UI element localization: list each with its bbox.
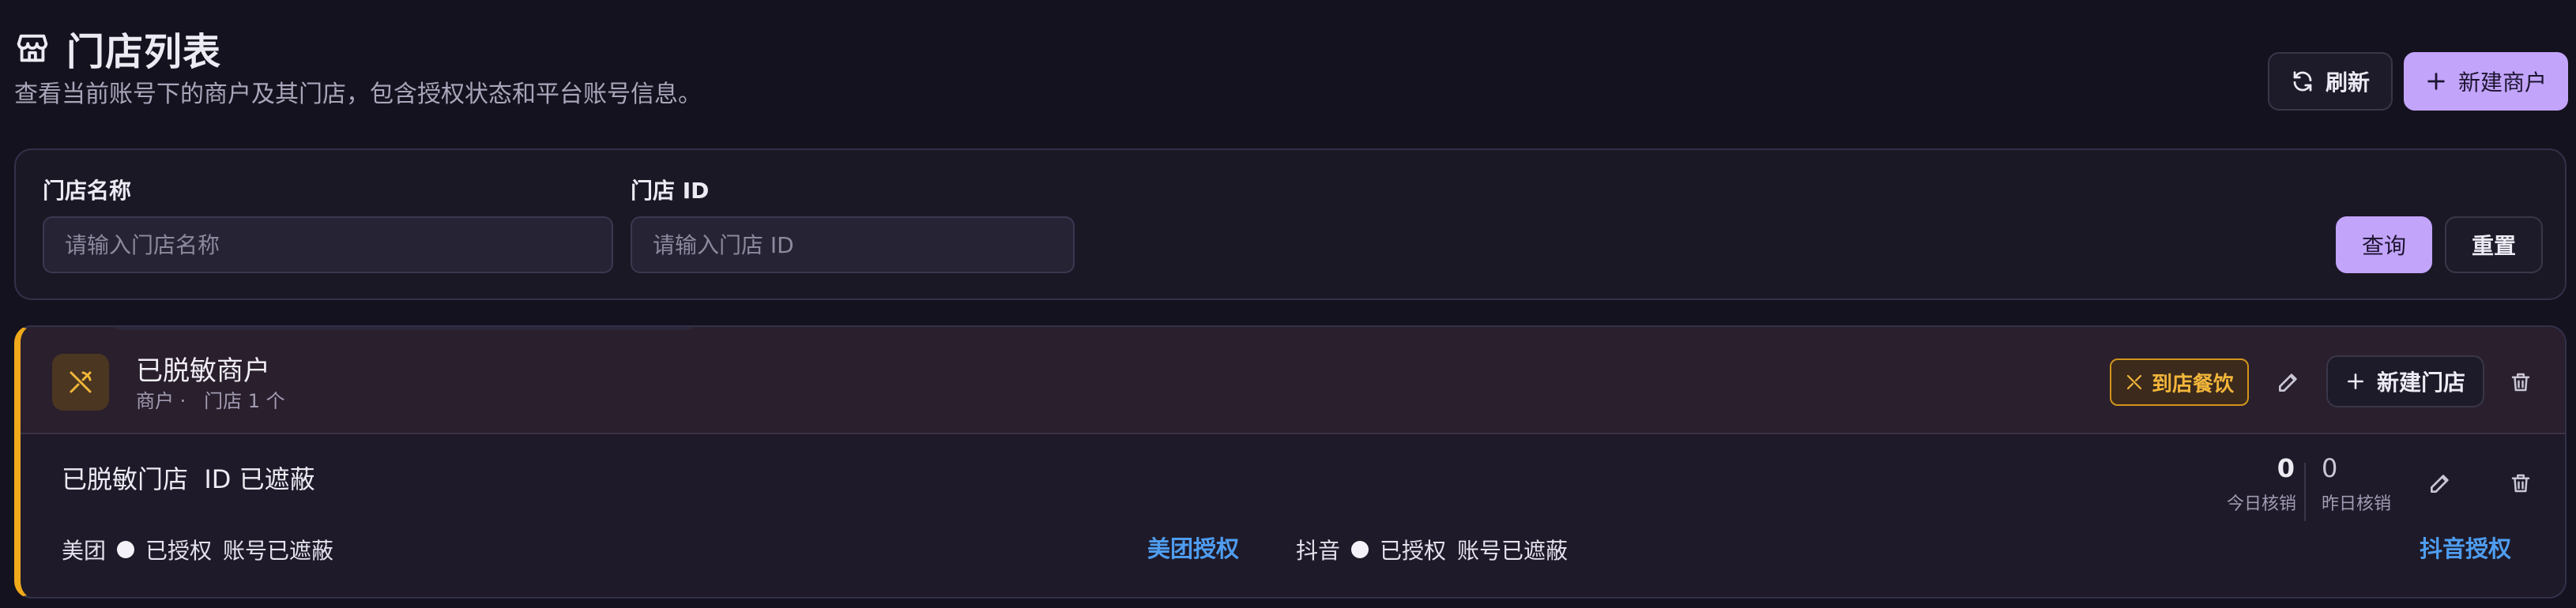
refresh-button[interactable]: 刷新 bbox=[2268, 52, 2393, 111]
new-merchant-button-label: 新建商户 bbox=[2457, 69, 2547, 96]
edit-merchant-button[interactable] bbox=[2266, 360, 2310, 404]
meituan-auth-row: 美团 已授权 账号已遮蔽 bbox=[62, 534, 333, 565]
status-dot bbox=[117, 541, 135, 558]
reset-button[interactable]: 重置 bbox=[2445, 216, 2543, 273]
refresh-button-label: 刷新 bbox=[2325, 69, 2370, 96]
store-id-label: 门店 ID bbox=[631, 178, 710, 204]
merchant-subtitle: 商户 · 门店 1 个 bbox=[136, 390, 285, 412]
merchant-name: 已脱敏商户 bbox=[136, 355, 270, 387]
douyin-account: 账号已遮蔽 bbox=[1457, 538, 1569, 564]
meituan-status: 已授权 bbox=[145, 538, 213, 564]
today-label: 今日核销 bbox=[2226, 494, 2296, 514]
page-title-text: 门店列表 bbox=[66, 30, 222, 74]
refresh-icon bbox=[2291, 69, 2314, 93]
store-name: 已脱敏门店 ID 已遮蔽 bbox=[62, 464, 315, 494]
new-store-button-label: 新建门店 bbox=[2376, 370, 2465, 396]
new-store-button[interactable]: 新建门店 bbox=[2326, 355, 2484, 407]
category-tag: 到店餐饮 bbox=[2110, 358, 2249, 406]
reset-button-label: 重置 bbox=[2471, 233, 2516, 259]
douyin-platform: 抖音 bbox=[1296, 538, 1341, 564]
category-tag-label: 到店餐饮 bbox=[2151, 372, 2234, 396]
yesterday-label: 昨日核销 bbox=[2322, 494, 2392, 514]
delete-merchant-button[interactable] bbox=[2499, 360, 2543, 404]
douyin-auth-link[interactable]: 抖音授权 bbox=[2420, 531, 2511, 564]
trash-icon bbox=[2509, 370, 2533, 394]
meituan-auth-link[interactable]: 美团授权 bbox=[1147, 531, 1239, 564]
stat-divider bbox=[2304, 463, 2306, 521]
today-count: 0 bbox=[2277, 453, 2295, 483]
pencil-icon bbox=[2276, 370, 2301, 395]
meituan-account: 账号已遮蔽 bbox=[223, 538, 334, 564]
page-title: 门店列表 bbox=[14, 21, 221, 76]
delete-store-button[interactable] bbox=[2499, 461, 2543, 505]
store-name-label: 门店名称 bbox=[43, 178, 132, 204]
merchant-header: 已脱敏商户 商户 · 门店 1 个 到店餐饮 新建门店 bbox=[21, 327, 2565, 434]
store-name-input[interactable] bbox=[43, 216, 613, 273]
new-merchant-button[interactable]: 新建商户 bbox=[2404, 52, 2568, 111]
merchant-card: 已脱敏商户 商户 · 门店 1 个 到店餐饮 新建门店 已脱敏门店 ID 已遮蔽… bbox=[14, 325, 2567, 599]
filter-card: 门店名称 门店 ID 查询 重置 bbox=[14, 148, 2567, 300]
plus-icon bbox=[2425, 70, 2447, 92]
status-dot bbox=[1351, 541, 1369, 558]
header-tab-strip bbox=[112, 327, 695, 330]
page-description: 查看当前账号下的商户及其门店，包含授权状态和平台账号信息。 bbox=[14, 81, 702, 108]
utensils-icon bbox=[66, 368, 95, 396]
meituan-platform: 美团 bbox=[62, 538, 107, 564]
edit-store-button[interactable] bbox=[2418, 461, 2462, 505]
utensils-icon bbox=[2125, 373, 2144, 392]
store-id-input[interactable] bbox=[631, 216, 1075, 273]
merchant-avatar bbox=[52, 354, 109, 411]
douyin-auth-row: 抖音 已授权 账号已遮蔽 bbox=[1296, 534, 1568, 565]
store-icon bbox=[14, 30, 51, 66]
trash-icon bbox=[2509, 471, 2533, 495]
query-button-label: 查询 bbox=[2361, 233, 2406, 259]
query-button[interactable]: 查询 bbox=[2336, 216, 2432, 273]
pencil-icon bbox=[2427, 471, 2453, 496]
yesterday-count: 0 bbox=[2322, 453, 2338, 483]
douyin-status: 已授权 bbox=[1380, 538, 1447, 564]
plus-icon bbox=[2345, 371, 2366, 392]
